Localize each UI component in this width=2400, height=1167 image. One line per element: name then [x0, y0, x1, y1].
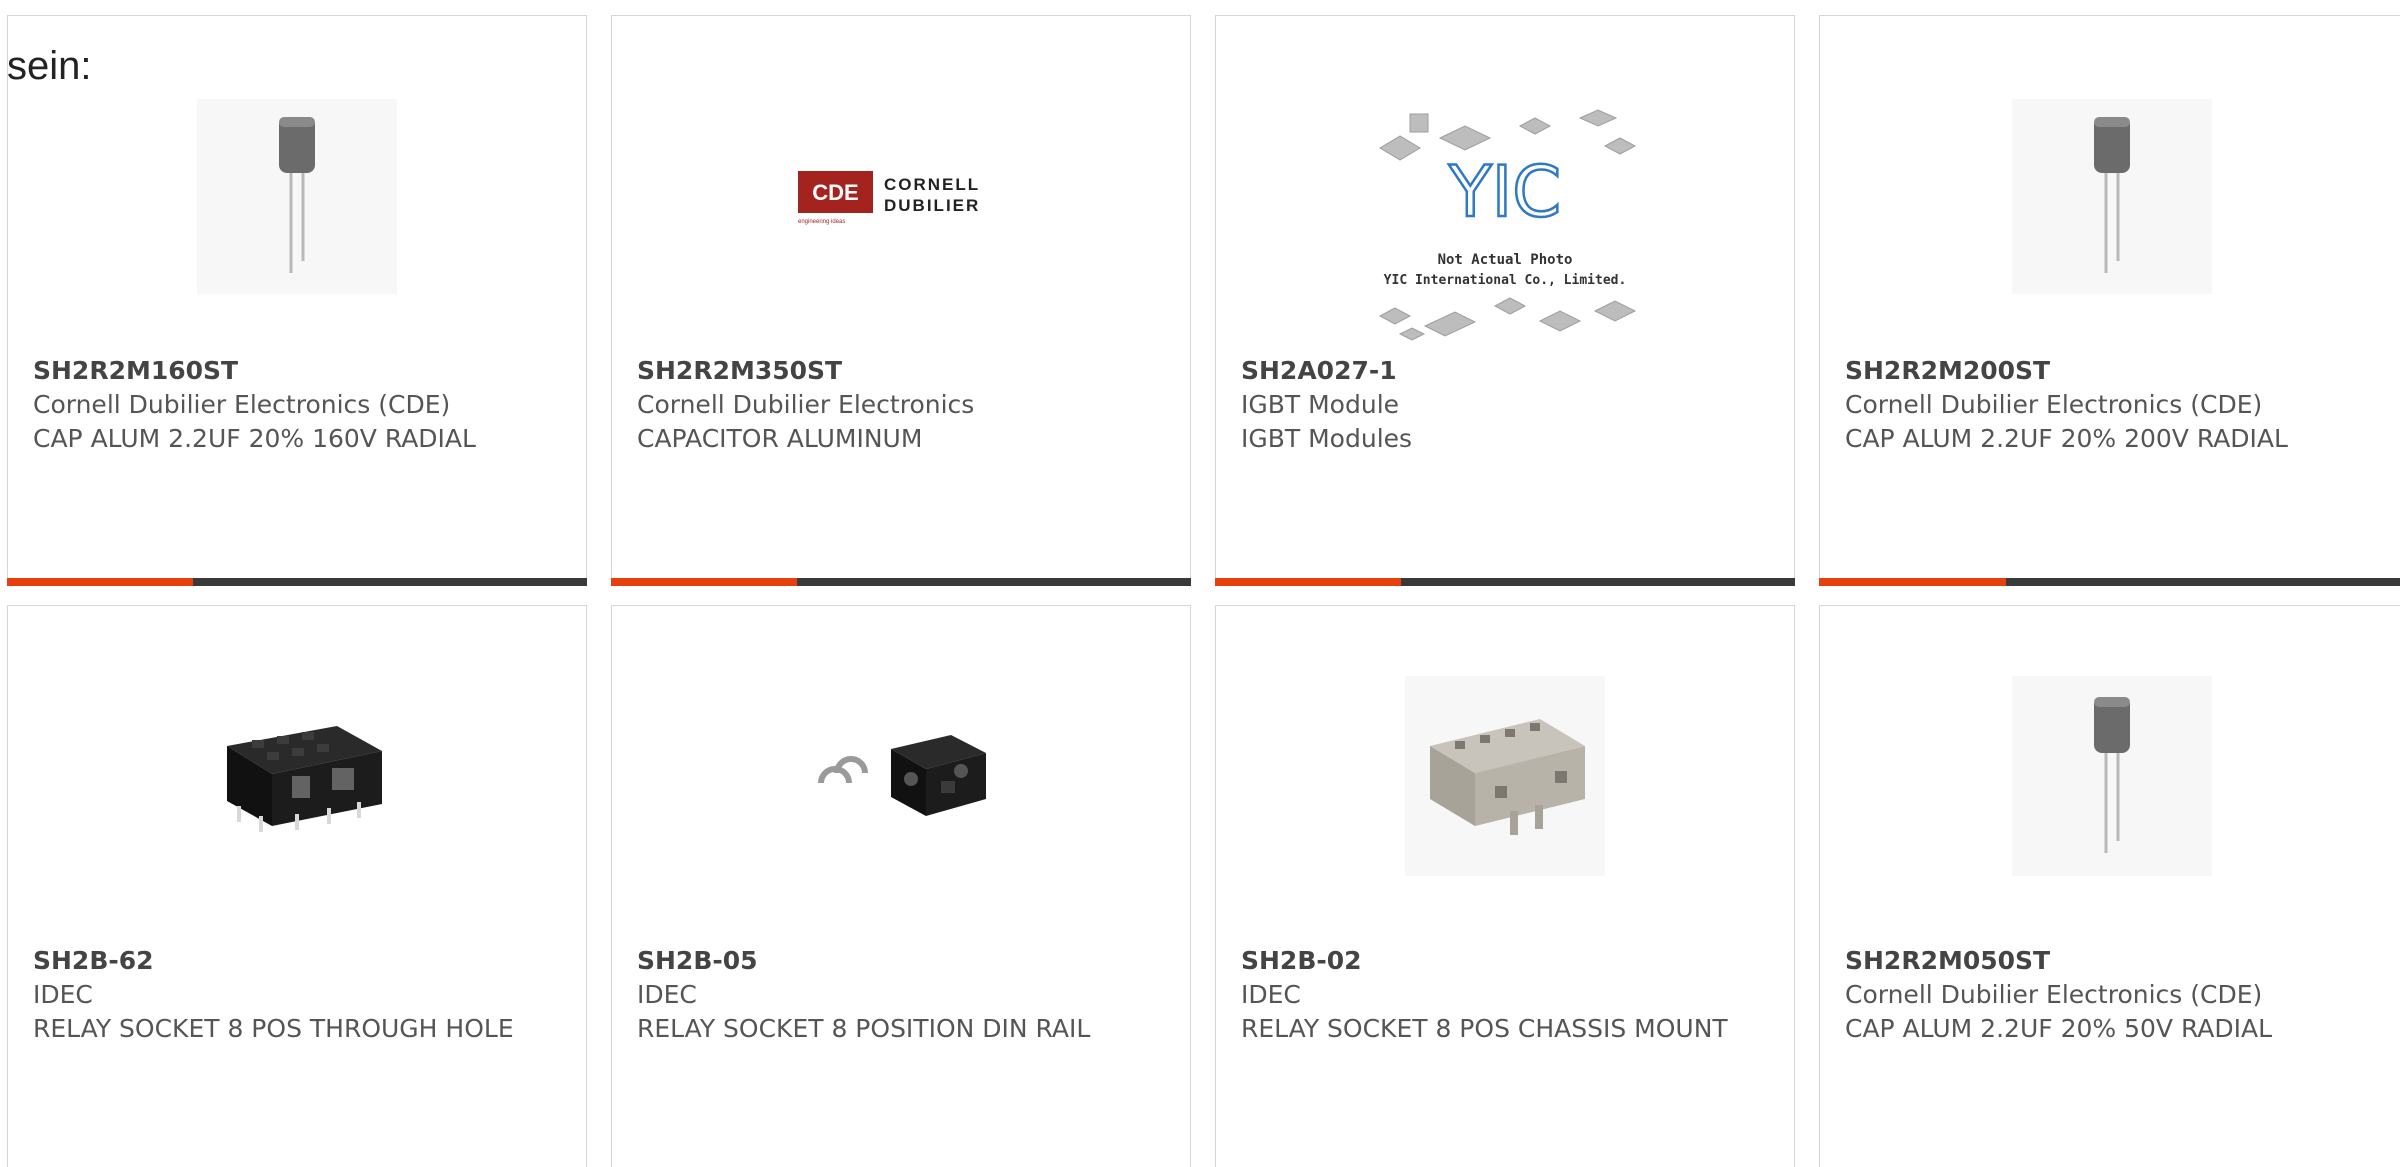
- product-image: [1820, 91, 2400, 301]
- description: IGBT Modules: [1241, 424, 1413, 453]
- part-number[interactable]: SH2B-02: [1241, 944, 1774, 978]
- part-number[interactable]: SH2R2M160ST: [33, 354, 566, 388]
- manufacturer: IDEC: [1241, 980, 1301, 1009]
- part-number[interactable]: SH2B-05: [637, 944, 1170, 978]
- product-image: [8, 676, 586, 886]
- progress-bar: [611, 578, 1191, 586]
- capacitor-icon: [279, 117, 315, 273]
- manufacturer: IDEC: [637, 980, 697, 1009]
- product-info: SH2R2M200ST Cornell Dubilier Electronics…: [1845, 354, 2383, 456]
- yic-placeholder-image: YIC Not Actual Photo YIC International C…: [1378, 109, 1637, 341]
- product-image: [612, 676, 1190, 886]
- product-image: [1820, 671, 2400, 881]
- yic-logo-letters: YIC: [1448, 151, 1561, 233]
- product-card[interactable]: SH2B-02 IDEC RELAY SOCKET 8 POS CHASSIS …: [1215, 605, 1795, 1167]
- product-info: SH2B-05 IDEC RELAY SOCKET 8 POSITION DIN…: [637, 944, 1170, 1046]
- cde-logo-tagline: engineering ideas: [798, 219, 845, 225]
- description: CAP ALUM 2.2UF 20% 160V RADIAL: [33, 424, 476, 453]
- progress-bar: [7, 578, 587, 586]
- product-card[interactable]: SH2B-05 IDEC RELAY SOCKET 8 POSITION DIN…: [611, 605, 1191, 1167]
- product-image: [1216, 671, 1794, 881]
- product-card[interactable]: SH2R2M050ST Cornell Dubilier Electronics…: [1819, 605, 2400, 1167]
- progress-fill: [611, 578, 797, 586]
- product-info: SH2A027-1 IGBT Module IGBT Modules: [1241, 354, 1774, 456]
- description: RELAY SOCKET 8 POSITION DIN RAIL: [637, 1014, 1091, 1043]
- description: CAPACITOR ALUMINUM: [637, 424, 923, 453]
- product-card[interactable]: SH2B-62 IDEC RELAY SOCKET 8 POS THROUGH …: [7, 605, 587, 1167]
- progress-bar: [1819, 578, 2400, 586]
- product-card[interactable]: SH2R2M160ST Cornell Dubilier Electronics…: [7, 15, 587, 586]
- yic-caption-2: YIC International Co., Limited.: [1384, 273, 1627, 288]
- progress-fill: [1819, 578, 2007, 586]
- cde-logo-line2: DUBILIER: [884, 196, 980, 215]
- manufacturer: Cornell Dubilier Electronics: [637, 390, 975, 419]
- progress-fill: [7, 578, 193, 586]
- product-card[interactable]: YIC Not Actual Photo YIC International C…: [1215, 15, 1795, 586]
- product-info: SH2R2M160ST Cornell Dubilier Electronics…: [33, 354, 566, 456]
- progress-bar: [1215, 578, 1795, 586]
- product-grid-page: sein: SH2R2M160ST Cornell Dubilier Elect…: [0, 0, 2400, 1167]
- cde-logo: CDE CORNELL DUBILIER engineering ideas: [798, 171, 980, 225]
- product-info: SH2B-62 IDEC RELAY SOCKET 8 POS THROUGH …: [33, 944, 566, 1046]
- part-number[interactable]: SH2R2M350ST: [637, 354, 1170, 388]
- product-image: CDE CORNELL DUBILIER engineering ideas: [612, 136, 1190, 256]
- relay-socket-din-icon: [818, 735, 986, 816]
- progress-fill: [1215, 578, 1401, 586]
- yic-caption-1: Not Actual Photo: [1438, 252, 1573, 268]
- manufacturer: Cornell Dubilier Electronics (CDE): [1845, 980, 2263, 1009]
- product-info: SH2R2M350ST Cornell Dubilier Electronics…: [637, 354, 1170, 456]
- part-number[interactable]: SH2R2M050ST: [1845, 944, 2383, 978]
- description: CAP ALUM 2.2UF 20% 50V RADIAL: [1845, 1014, 2273, 1043]
- manufacturer: Cornell Dubilier Electronics (CDE): [33, 390, 451, 419]
- relay-socket-grey-icon: [1430, 719, 1585, 835]
- capacitor-icon: [2093, 697, 2130, 853]
- product-info: SH2R2M050ST Cornell Dubilier Electronics…: [1845, 944, 2383, 1046]
- part-number[interactable]: SH2A027-1: [1241, 354, 1774, 388]
- product-card[interactable]: SH2R2M200ST Cornell Dubilier Electronics…: [1819, 15, 2400, 586]
- part-number[interactable]: SH2B-62: [33, 944, 566, 978]
- product-image: YIC Not Actual Photo YIC International C…: [1216, 101, 1794, 361]
- part-number[interactable]: SH2R2M200ST: [1845, 354, 2383, 388]
- manufacturer: IDEC: [33, 980, 93, 1009]
- description: RELAY SOCKET 8 POS THROUGH HOLE: [33, 1014, 514, 1043]
- product-card[interactable]: CDE CORNELL DUBILIER engineering ideas S…: [611, 15, 1191, 586]
- product-info: SH2B-02 IDEC RELAY SOCKET 8 POS CHASSIS …: [1241, 944, 1774, 1046]
- description: RELAY SOCKET 8 POS CHASSIS MOUNT: [1241, 1014, 1728, 1043]
- intro-text: sein:: [7, 44, 92, 88]
- manufacturer: Cornell Dubilier Electronics (CDE): [1845, 390, 2263, 419]
- relay-socket-black-icon: [227, 726, 382, 832]
- manufacturer: IGBT Module: [1241, 390, 1400, 419]
- product-image: [8, 91, 586, 301]
- description: CAP ALUM 2.2UF 20% 200V RADIAL: [1845, 424, 2288, 453]
- cde-logo-line1: CORNELL: [884, 175, 980, 194]
- cde-logo-letters: CDE: [812, 180, 858, 205]
- capacitor-icon: [2093, 117, 2130, 273]
